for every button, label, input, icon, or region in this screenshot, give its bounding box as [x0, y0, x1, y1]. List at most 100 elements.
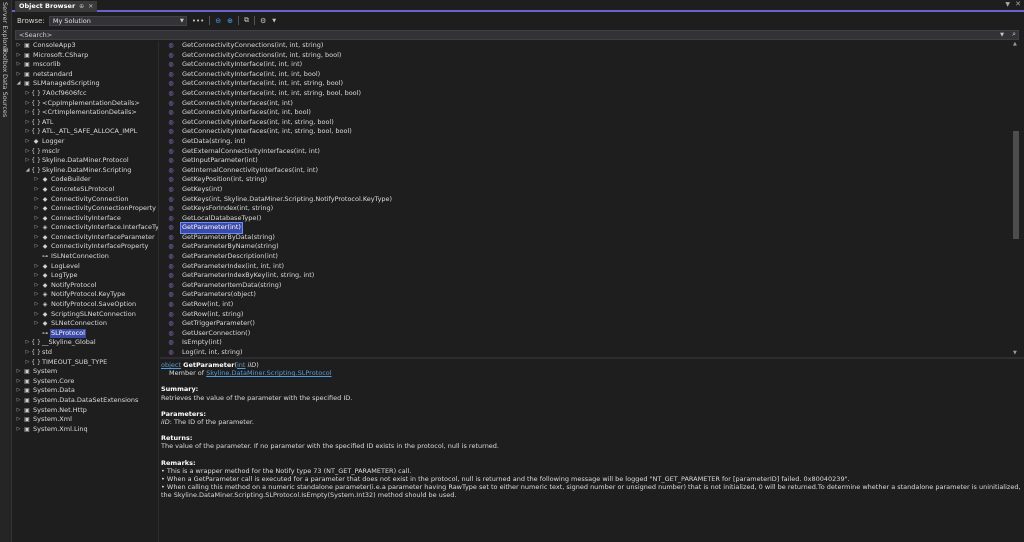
expand-icon[interactable]: ▷ — [33, 271, 40, 281]
member-item[interactable]: ◎ GetRow(int, string) — [161, 310, 1010, 320]
expand-icon[interactable]: ▷ — [24, 89, 31, 99]
member-item[interactable]: ◎ GetKeys(int) — [161, 185, 1010, 195]
member-item[interactable]: ◎ GetConnectivityConnections(int, int, st… — [161, 41, 1010, 51]
toolbox-tab[interactable]: Toolbox — [1, 48, 9, 72]
expand-icon[interactable]: ▷ — [15, 60, 22, 70]
member-item[interactable]: ◎ GetParameters(object) — [161, 290, 1010, 300]
member-item[interactable]: ◎ GetParameter(int) — [161, 222, 1010, 234]
settings-gear-icon[interactable]: ⚙ — [259, 17, 267, 25]
forward-icon[interactable]: ⊕ — [226, 17, 234, 25]
tree-item[interactable]: ▷{ } std — [13, 348, 158, 358]
tree-item[interactable]: ▷{ } __Skyline_Global — [13, 338, 158, 348]
tree-item[interactable]: ▷ ◆ ScriptingSLNetConnection — [13, 310, 158, 320]
browse-scope-select[interactable]: My Solution ▼ — [48, 15, 187, 26]
members-list-pane[interactable]: ◎ GetConnectivityConnections(int, int, st… — [161, 41, 1010, 356]
expand-icon[interactable]: ▷ — [33, 233, 40, 243]
scroll-down-icon[interactable]: ▼ — [1013, 350, 1017, 356]
collapse-icon[interactable]: ◢ — [15, 79, 22, 89]
expand-icon[interactable]: ▷ — [24, 147, 31, 157]
tree-item[interactable]: ▷ ◆ ConnectivityInterfaceProperty — [13, 242, 158, 252]
tree-item[interactable]: ⊶ ISLNetConnection — [13, 252, 158, 262]
pin-icon[interactable]: ⊕ — [79, 1, 84, 12]
search-history-dropdown-icon[interactable]: ▼ — [1000, 31, 1004, 39]
expand-icon[interactable]: ▷ — [15, 415, 22, 425]
tree-item[interactable]: ▷ ◆ ConnectivityConnection — [13, 195, 158, 205]
tree-item[interactable]: ▷{ } <CppImplementationDetails> — [13, 99, 158, 109]
expand-icon[interactable]: ▷ — [24, 99, 31, 109]
tree-item[interactable]: ▷ ◆ NotifyProtocol — [13, 281, 158, 291]
scroll-up-icon[interactable]: ▲ — [1013, 41, 1017, 47]
tree-item[interactable]: ▷ ◈ ConnectivityInterface.InterfaceType — [13, 223, 158, 233]
member-item[interactable]: ◎ GetExternalConnectivityInterfaces(int, … — [161, 147, 1010, 157]
tree-item[interactable]: ▷ ▣ ConsoleApp3 — [13, 41, 158, 51]
expand-icon[interactable]: ▷ — [15, 51, 22, 61]
member-item[interactable]: ◎ GetConnectivityInterfaces(int, int, str… — [161, 127, 1010, 137]
collapse-icon[interactable]: ◢ — [24, 166, 31, 176]
member-item[interactable]: ◎ GetConnectivityInterface(int, int, int,… — [161, 70, 1010, 80]
expand-icon[interactable]: ▷ — [24, 156, 31, 166]
tree-item[interactable]: ▷{ } TIMEOUT_SUB_TYPE — [13, 358, 158, 368]
member-item[interactable]: ◎ Log(int, int, string) — [161, 348, 1010, 356]
tree-item[interactable]: ▷ ▣ System.Data — [13, 386, 158, 396]
expand-icon[interactable]: ▷ — [33, 185, 40, 195]
return-type-link[interactable]: object — [161, 361, 181, 369]
tree-item[interactable]: ▷ ◆ ConcreteSLProtocol — [13, 185, 158, 195]
window-close-icon[interactable]: ✕ — [1015, 0, 1021, 8]
member-item[interactable]: ◎ GetParameterDescription(int) — [161, 252, 1010, 262]
expand-icon[interactable]: ▷ — [15, 386, 22, 396]
data-sources-tab[interactable]: Data Sources — [1, 74, 9, 117]
tree-item[interactable]: ▷ ▣ System.Data.DataSetExtensions — [13, 396, 158, 406]
member-item[interactable]: ◎ GetInternalConnectivityInterfaces(int, … — [161, 166, 1010, 176]
back-icon[interactable]: ⊖ — [214, 17, 222, 25]
expand-icon[interactable]: ▷ — [33, 223, 40, 233]
expand-icon[interactable]: ▷ — [33, 290, 40, 300]
expand-icon[interactable]: ▷ — [15, 425, 22, 435]
add-reference-icon[interactable]: ⧉ — [243, 16, 250, 25]
expand-icon[interactable]: ▷ — [24, 108, 31, 118]
expand-icon[interactable]: ▷ — [24, 127, 31, 137]
tree-item[interactable]: ▷ ◆ ConnectivityInterfaceParameter — [13, 233, 158, 243]
server-explorer-tab[interactable]: Server Explorer — [1, 2, 9, 52]
tree-item[interactable]: ◢ ▣ SLManagedScripting — [13, 79, 158, 89]
expand-icon[interactable]: ▷ — [33, 281, 40, 291]
expand-icon[interactable]: ▷ — [24, 358, 31, 368]
member-item[interactable]: ◎ GetKeyPosition(int, string) — [161, 175, 1010, 185]
tree-item[interactable]: ▷ ◆ ConnectivityConnectionProperty — [13, 204, 158, 214]
member-of-link[interactable]: Skyline.DataMiner.Scripting.SLProtocol — [206, 369, 331, 377]
member-item[interactable]: ◎ GetConnectivityInterfaces(int, int, boo… — [161, 108, 1010, 118]
tree-item[interactable]: ▷ ▣ netstandard — [13, 70, 158, 80]
tree-item[interactable]: ▷ ▣ System.Core — [13, 377, 158, 387]
expand-icon[interactable]: ▷ — [33, 195, 40, 205]
tree-item[interactable]: ▷{ } <CrtImplementationDetails> — [13, 108, 158, 118]
member-item[interactable]: ◎ GetConnectivityInterface(int, int, int,… — [161, 79, 1010, 89]
tree-item[interactable]: ▷ ▣ System.Xml.Linq — [13, 425, 158, 435]
expand-icon[interactable]: ▷ — [15, 396, 22, 406]
tree-item[interactable]: ▷{ } ATL._ATL_SAFE_ALLOCA_IMPL — [13, 127, 158, 137]
tree-item[interactable]: ▷ ▣ Microsoft.CSharp — [13, 51, 158, 61]
tree-item[interactable]: ▷ ◈ NotifyProtocol.KeyType — [13, 290, 158, 300]
search-icon[interactable]: ⌕ — [1012, 30, 1016, 38]
members-scrollbar[interactable]: ▲ ▼ — [1012, 41, 1020, 356]
member-item[interactable]: ◎ GetConnectivityInterface(int, int, int) — [161, 60, 1010, 70]
member-item[interactable]: ◎ GetParameterItemData(string) — [161, 281, 1010, 291]
tree-item[interactable]: ▷{ } Skyline.DataMiner.Protocol — [13, 156, 158, 166]
tree-item[interactable]: ▷{ } 7A0cf9606fcc — [13, 89, 158, 99]
member-item[interactable]: ◎ GetLocalDatabaseType() — [161, 214, 1010, 224]
member-item[interactable]: ◎ GetConnectivityInterfaces(int, int) — [161, 99, 1010, 109]
tree-item[interactable]: ▷ ▣ System — [13, 367, 158, 377]
expand-icon[interactable]: ▷ — [33, 242, 40, 252]
tree-item[interactable]: ▷ ◆ CodeBuilder — [13, 175, 158, 185]
search-input[interactable]: <Search> ▼ ⌕ — [15, 30, 1019, 40]
expand-icon[interactable]: ▷ — [33, 319, 40, 329]
tree-item[interactable]: ▷ ◆ Logger — [13, 137, 158, 147]
expand-icon[interactable]: ▷ — [33, 175, 40, 185]
member-item[interactable]: ◎ GetParameterIndexByKey(int, string, int… — [161, 271, 1010, 281]
objects-tree-pane[interactable]: ▷ ▣ ConsoleApp3 ▷ ▣ Microsoft.CSharp ▷ ▣ mscorli… — [13, 41, 159, 542]
expand-icon[interactable]: ▷ — [15, 70, 22, 80]
member-item[interactable]: ◎ GetKeys(int, Skyline.DataMiner.Scriptin… — [161, 195, 1010, 205]
scrollbar-thumb[interactable] — [1013, 131, 1019, 239]
tree-item[interactable]: ▷ ◈ NotifyProtocol.SaveOption — [13, 300, 158, 310]
tree-item[interactable]: ▷{ } msclr — [13, 147, 158, 157]
member-item[interactable]: ◎ GetTriggerParameter() — [161, 319, 1010, 329]
tree-item[interactable]: ▷ ◆ SLNetConnection — [13, 319, 158, 329]
